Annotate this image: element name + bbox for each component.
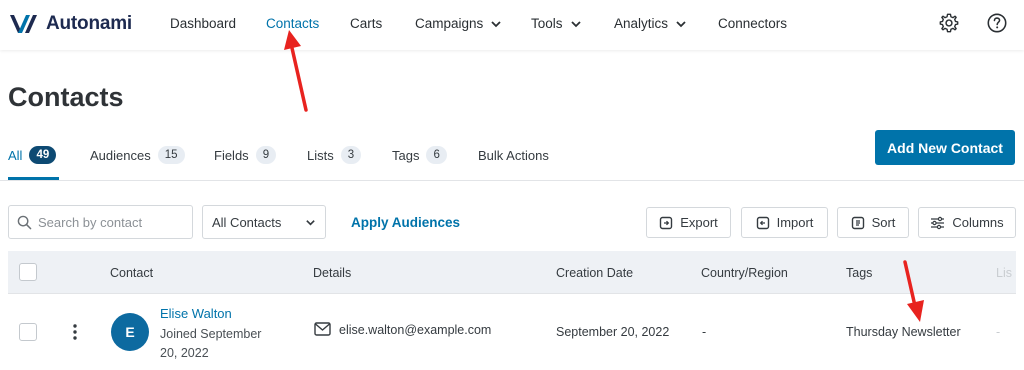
- gear-icon[interactable]: [938, 12, 960, 34]
- column-header-country-region[interactable]: Country/Region: [701, 266, 788, 280]
- search-box[interactable]: [8, 205, 193, 239]
- column-header-details[interactable]: Details: [313, 266, 351, 280]
- nav-analytics[interactable]: Analytics: [614, 16, 687, 31]
- tab-all-count: 49: [29, 146, 57, 164]
- help-icon[interactable]: [986, 12, 1008, 34]
- tab-bulk-actions[interactable]: Bulk Actions: [478, 148, 549, 163]
- nav-carts[interactable]: Carts: [350, 16, 382, 31]
- column-header-creation-date[interactable]: Creation Date: [556, 266, 633, 280]
- nav-carts-label: Carts: [350, 16, 383, 31]
- import-button[interactable]: Import: [741, 207, 828, 238]
- apply-audiences-button[interactable]: Apply Audiences: [351, 215, 460, 230]
- tab-lists[interactable]: Lists 3: [307, 146, 362, 164]
- nav-campaigns-label: Campaigns: [415, 16, 484, 31]
- contact-tags: Thursday Newsletter: [846, 325, 961, 339]
- email-icon: [314, 322, 331, 336]
- chevron-down-icon: [306, 219, 315, 226]
- nav-tools[interactable]: Tools: [531, 16, 582, 31]
- export-icon: [660, 216, 673, 229]
- chevron-down-icon: [570, 20, 581, 27]
- nav-dashboard[interactable]: Dashboard: [170, 16, 236, 31]
- contact-joined-date: Joined September 20, 2022: [160, 327, 262, 360]
- export-button[interactable]: Export: [646, 207, 731, 238]
- add-new-contact-button[interactable]: Add New Contact: [875, 130, 1015, 165]
- contacts-filter-value: All Contacts: [212, 214, 282, 230]
- column-header-lists[interactable]: Lis: [996, 266, 1012, 280]
- tab-lists-label: Lists: [307, 147, 334, 163]
- tab-tags[interactable]: Tags 6: [392, 146, 447, 164]
- tab-fields-label: Fields: [214, 147, 249, 163]
- contact-tabs: All 49 Audiences 15 Fields 9 Lists 3 Tag…: [0, 140, 1024, 181]
- import-label: Import: [776, 215, 814, 230]
- autonami-logo[interactable]: Autonami: [9, 12, 132, 36]
- tab-all-label: All: [8, 147, 23, 163]
- tab-fields[interactable]: Fields 9: [214, 146, 277, 164]
- select-all-checkbox[interactable]: [19, 263, 37, 281]
- table-header: Contact Details Creation Date Country/Re…: [8, 251, 1016, 294]
- brand-name: Autonami: [46, 13, 133, 34]
- active-tab-indicator: [8, 177, 59, 180]
- column-header-contact[interactable]: Contact: [110, 266, 153, 280]
- columns-label: Columns: [952, 215, 1004, 230]
- contact-name-link[interactable]: Elise Walton: [160, 306, 232, 321]
- autonami-logo-icon: [10, 15, 37, 33]
- tab-tags-label: Tags: [392, 147, 420, 163]
- nav-analytics-label: Analytics: [614, 16, 669, 31]
- avatar: E: [111, 313, 149, 351]
- tab-lists-count: 3: [340, 146, 362, 164]
- tab-fields-count: 9: [255, 146, 277, 164]
- nav-tools-label: Tools: [531, 16, 563, 31]
- country-region: -: [702, 325, 707, 339]
- nav-campaigns[interactable]: Campaigns: [415, 16, 502, 31]
- nav-connectors[interactable]: Connectors: [718, 16, 787, 31]
- nav-contacts-label: Contacts: [266, 16, 320, 31]
- search-input[interactable]: [38, 214, 188, 230]
- nav-dashboard-label: Dashboard: [170, 16, 237, 31]
- more-actions-icon[interactable]: [71, 323, 79, 341]
- sort-icon: [851, 216, 864, 229]
- contacts-filter-select[interactable]: All Contacts: [202, 205, 326, 239]
- tab-bulk-actions-label: Bulk Actions: [478, 148, 549, 163]
- tab-audiences-label: Audiences: [90, 147, 151, 163]
- top-navigation: Autonami Dashboard Contacts Carts Campai…: [0, 0, 1024, 50]
- row-checkbox[interactable]: [19, 323, 37, 341]
- column-header-tags[interactable]: Tags: [846, 266, 872, 280]
- tab-audiences[interactable]: Audiences 15: [90, 146, 185, 164]
- sort-label: Sort: [871, 215, 896, 230]
- page-title: Contacts: [8, 82, 124, 112]
- tab-tags-count: 6: [426, 146, 447, 164]
- columns-button[interactable]: Columns: [918, 207, 1016, 238]
- table-row: E Elise Walton Joined September 20, 2022…: [8, 295, 1016, 370]
- contact-lists: -: [996, 325, 1001, 339]
- tab-audiences-count: 15: [157, 146, 185, 164]
- nav-contacts[interactable]: Contacts: [266, 16, 319, 31]
- search-icon: [17, 215, 32, 229]
- chevron-down-icon: [491, 20, 501, 27]
- chevron-down-icon: [676, 20, 686, 27]
- nav-connectors-label: Connectors: [718, 16, 788, 31]
- contact-email: elise.walton@example.com: [339, 323, 492, 337]
- import-icon: [756, 216, 769, 229]
- creation-date: September 20, 2022: [556, 325, 670, 339]
- columns-settings-icon: [931, 216, 945, 229]
- tab-all[interactable]: All 49: [8, 146, 57, 164]
- export-label: Export: [680, 215, 718, 230]
- sort-button[interactable]: Sort: [837, 207, 909, 238]
